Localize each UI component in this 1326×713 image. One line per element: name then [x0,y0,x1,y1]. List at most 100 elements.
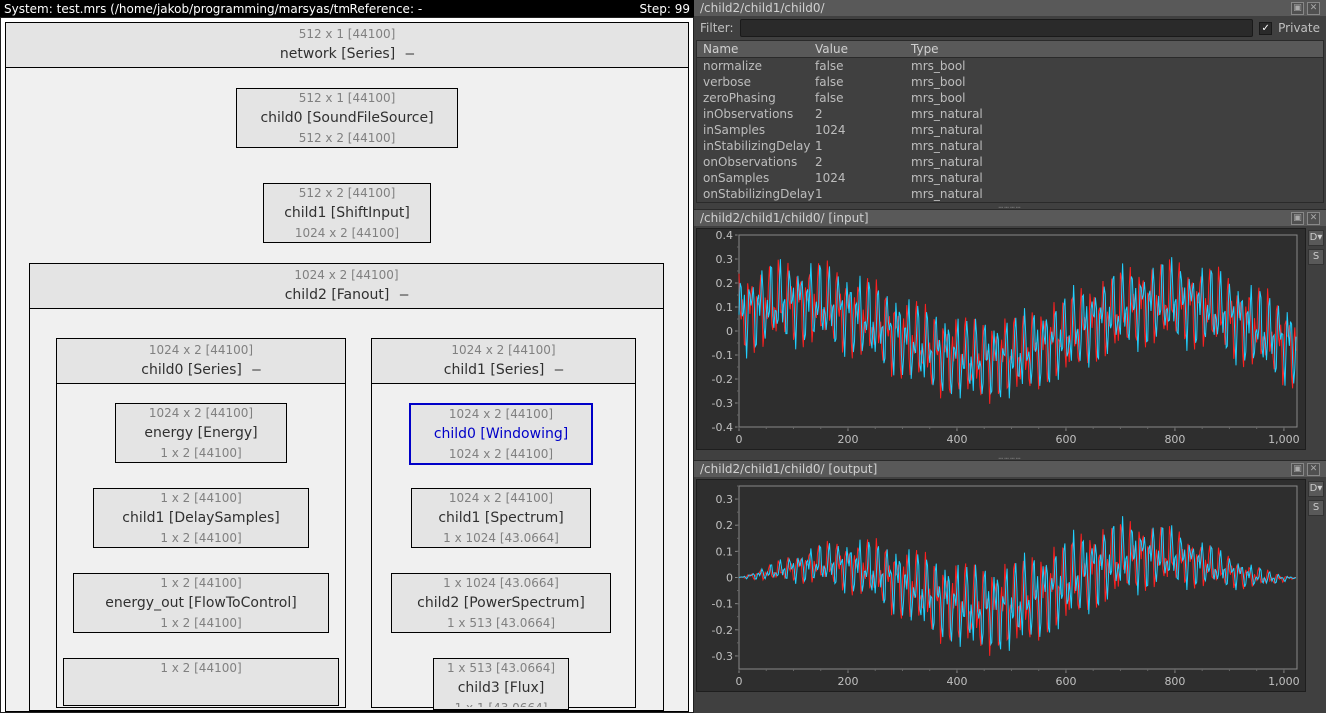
node-flux[interactable]: 1 x 513 [43.0664] child3 [Flux] 1 x 1 [4… [433,658,569,710]
svg-text:600: 600 [1055,675,1076,688]
group-header: 1024 x 2 [44100] [30,266,663,284]
node-title: energy_out [FlowToControl] [74,592,328,614]
svg-text:-0.3: -0.3 [712,650,733,663]
plot-display-button[interactable]: D▾ [1308,230,1324,246]
prop-type: mrs_natural [905,170,1323,186]
node-flowtocontrol[interactable]: 1 x 2 [44100] energy_out [FlowToControl]… [73,573,329,633]
svg-text:0.3: 0.3 [716,253,734,266]
col-header-name[interactable]: Name [697,41,809,57]
group-network-title: network [Series] [280,46,395,62]
node-title: child1 [ShiftInput] [264,202,430,224]
prop-type: mrs_natural [905,186,1323,202]
table-row[interactable]: verbosefalsemrs_bool [697,74,1323,90]
collapse-toggle-icon[interactable]: — [555,362,563,378]
svg-text:200: 200 [837,433,858,446]
properties-table: Name Value Type normalizefalsemrs_boolve… [696,40,1324,203]
prop-name: onSamples [697,170,809,186]
node-title: energy [Energy] [116,422,286,444]
plot-settings-button[interactable]: S [1308,500,1324,516]
private-checkbox[interactable]: ✓ [1259,22,1272,35]
node-footer: 1 x 2 [44100] [94,529,308,547]
svg-text:0.2: 0.2 [716,519,734,532]
svg-text:600: 600 [1055,433,1076,446]
prop-value[interactable]: 1 [809,138,905,154]
inspector-panel: /child2/child1/child0/ ▣ ✕ Filter: ✓ Pri… [694,0,1326,713]
node-soundfilesource[interactable]: 512 x 1 [44100] child0 [SoundFileSource]… [236,88,458,148]
col-header-value[interactable]: Value [809,41,905,57]
step-value: 99 [675,2,690,16]
undock-icon[interactable]: ▣ [1291,2,1304,15]
prop-type: mrs_natural [905,154,1323,170]
properties-path: /child2/child1/child0/ [700,1,825,15]
node-windowing[interactable]: 1024 x 2 [44100] child0 [Windowing] 1024… [409,403,593,465]
prop-value[interactable]: 2 [809,154,905,170]
plot-output-title: /child2/child1/child0/ [output] [700,462,877,476]
undock-icon[interactable]: ▣ [1291,463,1304,476]
prop-value[interactable]: 1 [809,186,905,202]
svg-text:0: 0 [736,675,743,688]
reference-value: - [418,2,422,16]
table-row[interactable]: normalizefalsemrs_bool [697,58,1323,74]
node-delaysamples[interactable]: 1 x 2 [44100] child1 [DelaySamples] 1 x … [93,488,309,548]
prop-value[interactable]: false [809,74,905,90]
network-graph-panel: System: test.mrs (/home/jakob/programmin… [0,0,694,713]
table-row[interactable]: inSamples1024mrs_natural [697,122,1323,138]
close-icon[interactable]: ✕ [1307,2,1320,15]
filter-row: Filter: ✓ Private [694,16,1326,40]
group-title: child1 [Series] [444,362,545,378]
node-footer: 1 x 2 [44100] [74,614,328,632]
node-title: child2 [PowerSpectrum] [392,592,610,614]
svg-text:0: 0 [726,325,733,338]
collapse-toggle-icon[interactable]: — [400,287,408,303]
plot-display-button[interactable]: D▾ [1308,481,1324,497]
prop-value[interactable]: 1024 [809,122,905,138]
node-title: child3 [Flux] [434,677,568,699]
table-row[interactable]: inStabilizingDelay1mrs_natural [697,138,1323,154]
svg-text:0.2: 0.2 [716,277,734,290]
collapse-toggle-icon[interactable]: — [406,46,414,62]
svg-text:1,000: 1,000 [1268,675,1300,688]
prop-value[interactable]: false [809,90,905,106]
system-value: test.mrs (/home/jakob/programming/marsya… [57,2,350,16]
undock-icon[interactable]: ▣ [1291,212,1304,225]
plot-settings-button[interactable]: S [1308,249,1324,265]
collapse-toggle-icon[interactable]: — [252,362,260,378]
node-title: child1 [Spectrum] [412,507,590,529]
node-spectrum[interactable]: 1024 x 2 [44100] child1 [Spectrum] 1 x 1… [411,488,591,548]
node-energy[interactable]: 1024 x 2 [44100] energy [Energy] 1 x 2 [… [115,403,287,463]
col-header-type[interactable]: Type [905,41,1323,57]
close-icon[interactable]: ✕ [1307,463,1320,476]
prop-type: mrs_natural [905,106,1323,122]
left-header: System: test.mrs (/home/jakob/programmin… [0,0,694,17]
plot-output[interactable]: -0.3-0.2-0.100.10.20.302004006008001,000 [696,479,1306,692]
filter-input[interactable] [740,19,1254,37]
prop-value[interactable]: false [809,58,905,74]
svg-text:200: 200 [837,675,858,688]
group-header: 1024 x 2 [44100] [57,341,345,359]
prop-value[interactable]: 1024 [809,170,905,186]
node-title: child0 [Windowing] [411,423,591,445]
step-label: Step: [640,2,671,16]
node-shiftinput[interactable]: 512 x 2 [44100] child1 [ShiftInput] 1024… [263,183,431,243]
graph-canvas[interactable]: 512 x 1 [44100] network [Series] — 512 x… [0,17,694,713]
svg-text:-0.1: -0.1 [712,598,733,611]
close-icon[interactable]: ✕ [1307,212,1320,225]
prop-name: normalize [697,58,809,74]
node-series-a-tail[interactable]: 1 x 2 [44100] [63,658,339,706]
node-footer: 1 x 513 [43.0664] [392,614,610,632]
prop-value[interactable]: 2 [809,106,905,122]
prop-name: inStabilizingDelay [697,138,809,154]
node-header: 1 x 1024 [43.0664] [392,574,610,592]
node-header: 1 x 2 [44100] [94,489,308,507]
table-row[interactable]: onStabilizingDelay1mrs_natural [697,186,1323,202]
table-row[interactable]: onSamples1024mrs_natural [697,170,1323,186]
node-footer: 512 x 2 [44100] [237,129,457,147]
node-footer: 1 x 1024 [43.0664] [412,529,590,547]
node-powerspectrum[interactable]: 1 x 1024 [43.0664] child2 [PowerSpectrum… [391,573,611,633]
plot-input[interactable]: -0.4-0.3-0.2-0.100.10.20.30.402004006008… [696,228,1306,450]
table-row[interactable]: inObservations2mrs_natural [697,106,1323,122]
node-header: 512 x 1 [44100] [237,89,457,107]
table-row[interactable]: zeroPhasingfalsemrs_bool [697,90,1323,106]
plot-input-title-bar: /child2/child1/child0/ [input] ▣ ✕ [694,210,1326,226]
table-row[interactable]: onObservations2mrs_natural [697,154,1323,170]
